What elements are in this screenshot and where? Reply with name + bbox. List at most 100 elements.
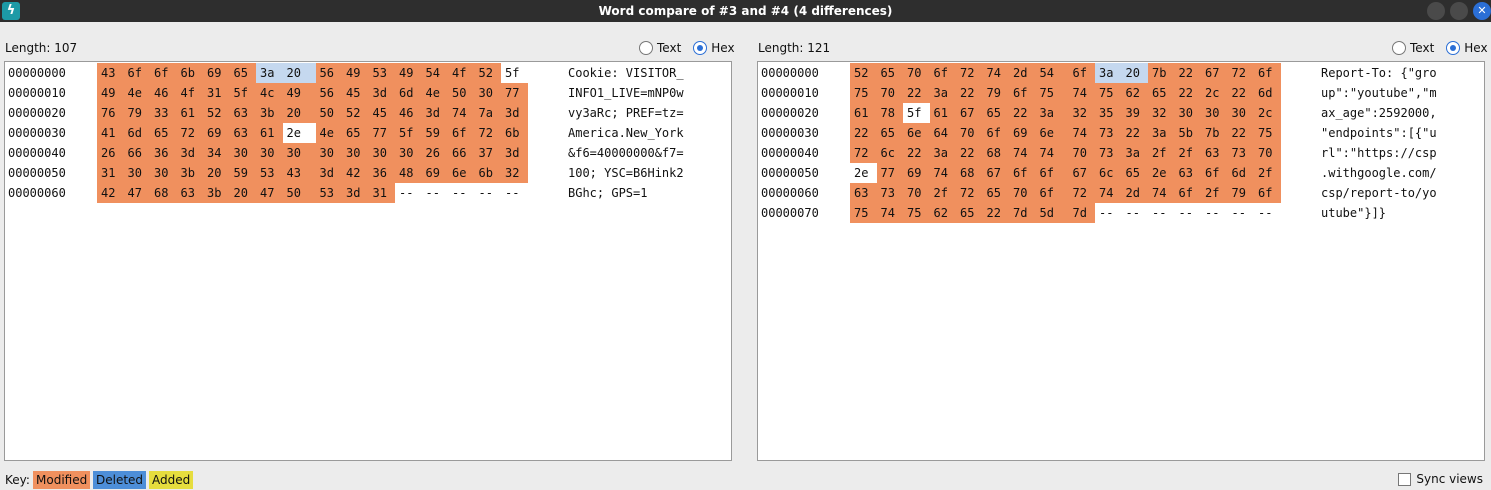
hex-byte[interactable]: 72	[956, 183, 983, 203]
hex-byte[interactable]: 6f	[929, 63, 956, 83]
hex-byte[interactable]: 67	[956, 103, 983, 123]
sync-views-toggle[interactable]: Sync views	[1398, 472, 1483, 486]
right-text-radio[interactable]	[1392, 41, 1406, 55]
hex-byte[interactable]: 46	[150, 83, 177, 103]
ascii-text[interactable]: Report-To: {"gro	[1321, 63, 1437, 83]
hex-byte[interactable]: 68	[956, 163, 983, 183]
hex-byte[interactable]: 5f	[229, 83, 256, 103]
hex-byte[interactable]: 61	[929, 103, 956, 123]
hex-byte[interactable]: 6f	[1068, 63, 1095, 83]
hex-byte[interactable]: 2f	[1174, 143, 1201, 163]
hex-byte[interactable]: 22	[903, 143, 930, 163]
hex-byte[interactable]: 53	[315, 183, 342, 203]
hex-byte[interactable]: 4e	[315, 123, 342, 143]
hex-byte[interactable]: 3d	[315, 163, 342, 183]
hex-byte[interactable]: 20	[229, 183, 256, 203]
hex-byte[interactable]: 36	[368, 163, 395, 183]
hex-byte[interactable]: 2c	[1254, 103, 1281, 123]
hex-byte[interactable]: 70	[1009, 183, 1036, 203]
hex-byte[interactable]: 22	[1121, 123, 1148, 143]
hex-byte[interactable]: 6f	[1174, 183, 1201, 203]
hex-byte[interactable]: 4c	[256, 83, 283, 103]
hex-byte[interactable]: 30	[395, 143, 422, 163]
hex-byte[interactable]: 3a	[256, 63, 283, 83]
hex-byte[interactable]: 67	[1201, 63, 1228, 83]
hex-byte[interactable]: 33	[150, 103, 177, 123]
hex-byte[interactable]: 66	[123, 143, 150, 163]
hex-byte[interactable]: --	[501, 183, 528, 203]
hex-byte[interactable]: 31	[203, 83, 230, 103]
hex-byte[interactable]: --	[1227, 203, 1254, 223]
hex-byte[interactable]: 6f	[1254, 183, 1281, 203]
hex-byte[interactable]: 77	[501, 83, 528, 103]
hex-byte[interactable]: 65	[1148, 83, 1175, 103]
hex-byte[interactable]: 6d	[123, 123, 150, 143]
hex-byte[interactable]: 49	[282, 83, 316, 103]
left-text-radio[interactable]	[639, 41, 653, 55]
hex-byte[interactable]: 22	[1174, 63, 1201, 83]
hex-byte[interactable]: 6c	[1095, 163, 1122, 183]
ascii-text[interactable]: 100; YSC=B6Hink2	[568, 163, 684, 183]
hex-byte[interactable]: 70	[956, 123, 983, 143]
hex-byte[interactable]: 2e	[282, 123, 309, 143]
left-hex-pane[interactable]: 00000000 43 6f 6f 6b 69 65 3a 20 56 49 53 49 54 4f 52 5f…	[4, 61, 732, 461]
hex-byte[interactable]: 74	[1009, 143, 1036, 163]
hex-byte[interactable]: 69	[903, 163, 930, 183]
hex-byte[interactable]: 3d	[342, 183, 369, 203]
hex-byte[interactable]: --	[1174, 203, 1201, 223]
hex-byte[interactable]: 6f	[1201, 163, 1228, 183]
hex-byte[interactable]: 63	[1174, 163, 1201, 183]
hex-byte[interactable]: 26	[97, 143, 124, 163]
hex-byte[interactable]: 7b	[1201, 123, 1228, 143]
hex-byte[interactable]: 32	[501, 163, 528, 183]
hex-byte[interactable]: 6b	[501, 123, 528, 143]
hex-byte[interactable]: 47	[256, 183, 283, 203]
hex-byte[interactable]: 3a	[929, 83, 956, 103]
hex-byte[interactable]: 74	[982, 63, 1009, 83]
hex-byte[interactable]: 65	[229, 63, 256, 83]
hex-byte[interactable]: 65	[1121, 163, 1148, 183]
hex-byte[interactable]: 6c	[876, 143, 903, 163]
sync-views-checkbox[interactable]	[1398, 472, 1412, 486]
right-hex-pane[interactable]: 00000000 52 65 70 6f 72 74 2d 54 6f 3a 20 7b 22 67 72 6f…	[757, 61, 1485, 461]
hex-byte[interactable]: --	[1121, 203, 1148, 223]
hex-byte[interactable]: 3a	[1095, 63, 1122, 83]
hex-byte[interactable]: 30	[229, 143, 256, 163]
hex-byte[interactable]: 70	[876, 83, 903, 103]
hex-byte[interactable]: 30	[474, 83, 501, 103]
hex-byte[interactable]: 3b	[256, 103, 283, 123]
hex-byte[interactable]: 2d	[1121, 183, 1148, 203]
hex-byte[interactable]: 77	[876, 163, 903, 183]
ascii-text[interactable]: csp/report-to/yo	[1321, 183, 1437, 203]
hex-byte[interactable]: 70	[1068, 143, 1095, 163]
hex-byte[interactable]: 41	[97, 123, 124, 143]
hex-byte[interactable]: 65	[342, 123, 369, 143]
hex-byte[interactable]: 7b	[1148, 63, 1175, 83]
hex-byte[interactable]: 68	[150, 183, 177, 203]
hex-byte[interactable]: 43	[97, 63, 124, 83]
hex-byte[interactable]: 6f	[150, 63, 177, 83]
hex-byte[interactable]: 7a	[474, 103, 501, 123]
hex-byte[interactable]: 65	[956, 203, 983, 223]
hex-byte[interactable]: 2c	[1201, 83, 1228, 103]
hex-byte[interactable]: 30	[123, 163, 150, 183]
hex-byte[interactable]: 63	[176, 183, 203, 203]
hex-byte[interactable]: 53	[368, 63, 395, 83]
hex-byte[interactable]: 72	[850, 143, 877, 163]
hex-byte[interactable]: 6f	[1009, 83, 1036, 103]
hex-byte[interactable]: 52	[474, 63, 501, 83]
hex-byte[interactable]: 69	[203, 63, 230, 83]
hex-byte[interactable]: 5b	[1174, 123, 1201, 143]
hex-byte[interactable]: 76	[97, 103, 124, 123]
hex-byte[interactable]: 63	[850, 183, 877, 203]
hex-byte[interactable]: 73	[876, 183, 903, 203]
hex-byte[interactable]: 3b	[203, 183, 230, 203]
hex-byte[interactable]: 67	[982, 163, 1009, 183]
hex-byte[interactable]: 50	[448, 83, 475, 103]
hex-byte[interactable]: 56	[315, 83, 342, 103]
hex-byte[interactable]: 31	[97, 163, 124, 183]
hex-byte[interactable]: 6f	[1254, 63, 1281, 83]
hex-byte[interactable]: 35	[1095, 103, 1122, 123]
hex-byte[interactable]: 46	[395, 103, 422, 123]
ascii-text[interactable]: rl":"https://csp	[1321, 143, 1437, 163]
